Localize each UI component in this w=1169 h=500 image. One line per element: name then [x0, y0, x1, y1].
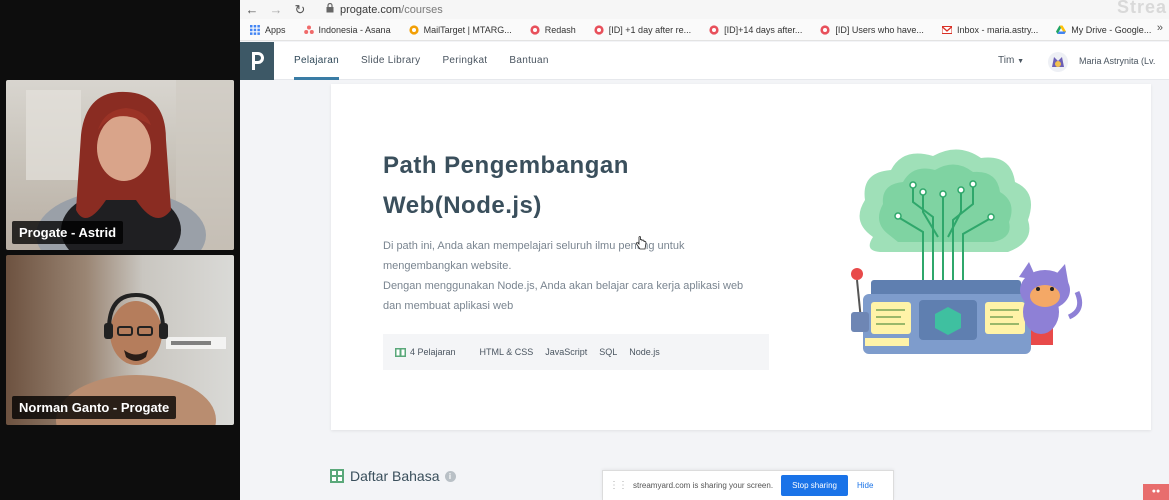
address-bar: ← → ↻ progate.com/courses Strea [240, 0, 1169, 19]
path-title: Path Pengembangan Web(Node.js) [383, 146, 683, 226]
bookmark-item[interactable]: Apps [250, 24, 286, 35]
redash-icon [820, 24, 830, 35]
bookmark-label: Redash [544, 24, 576, 35]
team-dropdown[interactable]: Tim ▼ [998, 42, 1024, 81]
bookmark-item[interactable]: Redash [530, 25, 576, 35]
bookmark-label: MailTarget | MTARG... [423, 24, 512, 35]
hand-cursor-icon [636, 236, 647, 250]
lesson-count-text: 4 Pelajaran [410, 347, 456, 357]
forward-arrow-icon[interactable]: → [264, 0, 288, 19]
gmail-icon [941, 25, 953, 35]
redash-icon [709, 24, 719, 35]
screen-share-bar: ⋮⋮ streamyard.com is sharing your screen… [602, 470, 894, 500]
desc-line: mengembangkan website. [383, 260, 512, 272]
asana-icon [303, 25, 314, 35]
path-title-line: Path Pengembangan [383, 152, 629, 179]
desc-line: Dengan menggunakan Node.js, Anda akan be… [383, 280, 744, 292]
bookmark-item[interactable]: [ID] Users who have... [820, 25, 924, 35]
caret-down-icon: ▼ [1017, 58, 1025, 65]
nav-tab-slide-library[interactable]: Slide Library [361, 42, 420, 80]
bookmark-item[interactable]: [ID] +1 day after re... [594, 25, 691, 35]
back-arrow-icon[interactable]: ← [240, 0, 264, 19]
path-description: Di path ini, Anda akan mempelajari selur… [383, 236, 763, 316]
table-grid-icon [330, 469, 344, 483]
corner-badge[interactable]: ●● [1143, 484, 1169, 500]
drive-icon [1056, 25, 1067, 35]
language-tag: SQL [599, 347, 618, 357]
main-nav: Pelajaran Slide Library Peringkat Bantuan [294, 42, 571, 80]
user-avatar[interactable] [1048, 52, 1068, 72]
lock-icon [326, 2, 334, 16]
bookmark-item[interactable]: Inbox - maria.astry... [941, 24, 1039, 35]
desc-line: Di path ini, Anda akan mempelajari selur… [383, 240, 685, 252]
user-name[interactable]: Maria Astrynita (Lv. [1079, 42, 1155, 80]
reload-icon[interactable]: ↻ [288, 0, 312, 19]
shared-browser-window: ← → ↻ progate.com/courses Strea Apps Indo… [240, 0, 1169, 500]
language-list-heading: Daftar Bahasa i [330, 468, 456, 484]
bookmark-label: Indonesia - Asana [318, 24, 391, 35]
bookmark-label: [ID] Users who have... [835, 24, 924, 35]
desc-line: dan membuat aplikasi web [383, 300, 514, 312]
path-title-line: Web(Node.js) [383, 192, 542, 219]
mailtarget-icon [408, 24, 419, 35]
drag-handle-icon[interactable]: ⋮⋮ [609, 480, 628, 491]
stop-sharing-button[interactable]: Stop sharing [781, 475, 848, 496]
hide-button[interactable]: Hide [857, 481, 873, 490]
streamyard-watermark: Strea [1116, 0, 1167, 17]
path-meta-box: 4 Pelajaran HTML & CSS JavaScript SQL Node.… [383, 334, 769, 370]
screen: Progate - Astrid Norman Ganto - Progate … [0, 0, 1169, 500]
progate-header: Pelajaran Slide Library Peringkat Bantuan T… [240, 42, 1169, 80]
bookmark-label: Inbox - maria.astry... [956, 24, 1039, 35]
bookmark-item[interactable]: MailTarget | MTARG... [408, 24, 512, 35]
team-label: Tim [998, 55, 1015, 66]
course-path-card[interactable]: Path Pengembangan Web(Node.js) Di path i… [331, 84, 1151, 430]
bookmarks-bar: Apps Indonesia - Asana MailTarget | MTARG.… [240, 19, 1169, 41]
bookmark-item[interactable]: [ID]+14 days after... [709, 25, 802, 35]
bookmark-label: My Drive - Google... [1071, 24, 1152, 35]
bookmark-label: [ID] +1 day after re... [608, 24, 692, 35]
redash-icon [530, 24, 540, 35]
language-tag: HTML & CSS [479, 347, 534, 357]
bookmark-item[interactable]: Indonesia - Asana [303, 24, 391, 35]
info-icon[interactable]: i [444, 470, 456, 482]
language-tag: JavaScript [545, 347, 588, 357]
lesson-count: 4 Pelajaran [395, 347, 456, 357]
section-title: Daftar Bahasa [350, 468, 440, 484]
participant-tile-norman[interactable]: Norman Ganto - Progate [6, 255, 234, 425]
language-tag: Node.js [629, 347, 660, 357]
url-path: /courses [401, 3, 443, 16]
url-domain: progate.com [340, 3, 402, 16]
participant-tile-astrid[interactable]: Progate - Astrid [6, 80, 234, 250]
nav-tab-bantuan[interactable]: Bantuan [509, 42, 548, 80]
server-tree-illustration [851, 149, 1083, 354]
bookmark-label: [ID]+14 days after... [724, 24, 803, 35]
nav-tab-pelajaran[interactable]: Pelajaran [294, 42, 339, 80]
bookmark-label: Apps [265, 24, 286, 35]
participant-name-tag: Norman Ganto - Progate [12, 396, 177, 419]
book-icon [395, 347, 406, 357]
share-message: streamyard.com is sharing your screen. [633, 481, 774, 490]
bookmark-item[interactable]: My Drive - Google... [1056, 25, 1151, 35]
nav-tab-peringkat[interactable]: Peringkat [442, 42, 487, 80]
redash-icon [594, 24, 604, 35]
url-text[interactable]: progate.com/courses [340, 4, 443, 16]
participant-name-tag: Progate - Astrid [12, 221, 124, 244]
apps-grid-icon [250, 24, 260, 35]
progate-logo-icon[interactable] [240, 42, 274, 80]
bookmarks-overflow-icon[interactable]: » [1157, 22, 1163, 34]
